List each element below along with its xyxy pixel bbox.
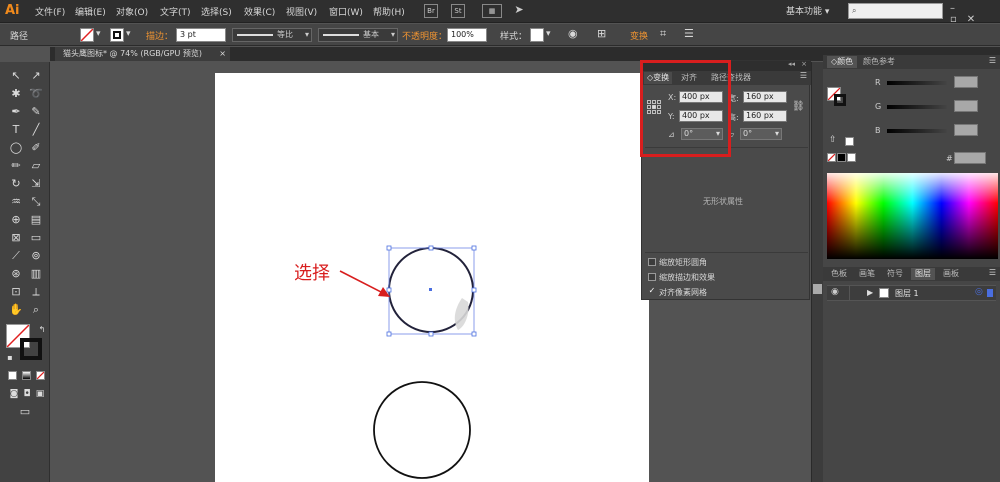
tab-brushes[interactable]: 画笔: [855, 268, 879, 280]
cursor-shadow: [454, 298, 469, 330]
layer-color-indicator: [987, 289, 993, 297]
chevron-down-icon: ▾: [774, 129, 779, 138]
center-point: [429, 288, 432, 291]
black-swatch[interactable]: [837, 153, 846, 162]
r-label: R: [875, 78, 881, 87]
shear-value: 0°: [743, 129, 753, 138]
shear-field[interactable]: 0° ▾: [740, 128, 782, 140]
layer-row[interactable]: ◉ ▶ 图层 1 ◎: [827, 285, 996, 301]
divider: [849, 286, 850, 300]
g-value-field[interactable]: [954, 100, 978, 112]
web-safe-swatch[interactable]: [845, 137, 854, 146]
b-value-field[interactable]: [954, 124, 978, 136]
none-swatch[interactable]: [827, 153, 836, 162]
tab-swatches[interactable]: 色板: [827, 268, 851, 280]
close-icon[interactable]: ×: [801, 60, 807, 68]
b-slider[interactable]: [887, 129, 947, 133]
tab-artboards[interactable]: 画板: [939, 268, 963, 280]
align-pixel-grid-label: 对齐像素网格: [659, 288, 707, 297]
color-spectrum[interactable]: [827, 173, 998, 259]
layers-panel-tabs: 色板 画笔 符号 图层 画板 ☰: [823, 267, 1000, 281]
g-label: G: [875, 102, 882, 111]
no-shape-properties: 无形状属性: [703, 197, 743, 206]
layer-thumbnail: [879, 288, 889, 298]
r-value-field[interactable]: [954, 76, 978, 88]
align-pixel-grid-checkbox[interactable]: ✓: [648, 287, 656, 296]
r-slider[interactable]: [887, 81, 947, 85]
collapse-icon[interactable]: ◂◂: [788, 60, 795, 68]
color-panel-tabs: ◇颜色 颜色参考 ☰: [823, 55, 1000, 69]
g-slider[interactable]: [887, 105, 947, 109]
annotation-arrow: [339, 270, 386, 295]
target-icon[interactable]: ◎: [975, 287, 983, 297]
scale-corners-checkbox[interactable]: [648, 258, 656, 266]
circle-shape[interactable]: [373, 381, 471, 479]
color-stroke-swatch[interactable]: [834, 94, 846, 106]
white-swatch[interactable]: [847, 153, 856, 162]
height-field[interactable]: 160 px: [743, 110, 787, 122]
tab-color[interactable]: ◇颜色: [827, 56, 858, 68]
divider: [645, 252, 808, 253]
out-of-gamut-icon[interactable]: ⇧: [829, 135, 837, 145]
right-panel-dock: ◇颜色 颜色参考 ☰ R G B ⇧ # 色板 画笔 符号 图层 画板 ☰ ◉ …: [823, 55, 1000, 482]
annotation-label: 选择: [294, 263, 330, 284]
expand-triangle-icon[interactable]: ▶: [867, 288, 873, 297]
tab-symbols[interactable]: 符号: [883, 268, 907, 280]
visibility-eye-icon[interactable]: ◉: [831, 287, 839, 297]
panel-menu-icon[interactable]: ☰: [800, 71, 807, 80]
highlight-box: [640, 60, 731, 157]
scale-strokes-checkbox[interactable]: [648, 273, 656, 281]
panel-scrollbar[interactable]: [811, 62, 823, 482]
scale-corners-label: 缩放矩形圆角: [659, 258, 707, 267]
layer-name[interactable]: 图层 1: [895, 288, 919, 299]
panel-menu-icon[interactable]: ☰: [989, 268, 996, 277]
tab-layers[interactable]: 图层: [911, 268, 935, 280]
tab-color-label: 颜色: [837, 57, 854, 66]
hex-field[interactable]: [954, 152, 986, 164]
b-label: B: [875, 126, 881, 135]
constrain-proportions-icon[interactable]: ⛓: [792, 101, 805, 112]
width-field[interactable]: 160 px: [743, 91, 787, 103]
tab-color-guide[interactable]: 颜色参考: [859, 56, 899, 68]
scale-strokes-label: 缩放描边和效果: [659, 273, 715, 282]
scroll-thumb[interactable]: [813, 284, 822, 294]
hex-label: #: [946, 154, 953, 163]
panel-menu-icon[interactable]: ☰: [989, 56, 996, 65]
